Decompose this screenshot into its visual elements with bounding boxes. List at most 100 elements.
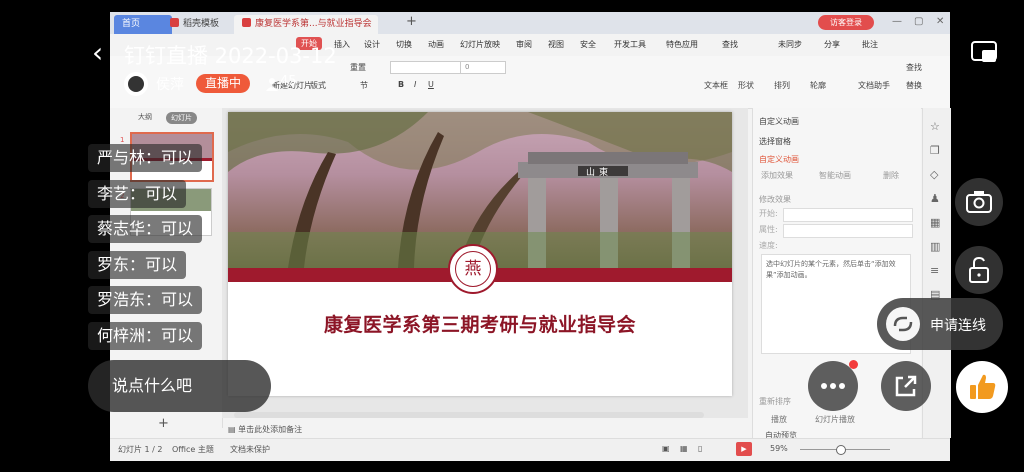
view-normal-icon[interactable]: ▣ <box>662 444 670 453</box>
add-slide-icon[interactable]: + <box>158 416 169 431</box>
add-effect-button[interactable]: 添加效果 <box>761 170 793 181</box>
section-button[interactable]: 节 <box>360 80 368 91</box>
tab-slides[interactable]: 幻灯片 <box>166 112 197 124</box>
screen-switch-icon[interactable] <box>970 40 1000 66</box>
view-reading-icon[interactable]: ▯ <box>698 444 702 453</box>
zoom-slider-knob[interactable] <box>836 445 846 455</box>
tab-slideshow[interactable]: 幻灯片放映 <box>460 39 500 50</box>
property-label: 属性: <box>759 225 778 234</box>
replace-button[interactable]: 替换 <box>906 80 922 91</box>
window-tabbar: 首页 稻壳模板 康复医学系第...与就业指导会 + 访客登录 — ▢ ✕ <box>110 12 950 34</box>
settings-icon[interactable]: ≡ <box>930 264 939 277</box>
comment-item: 蔡志华：可以 <box>88 215 203 243</box>
copy-icon[interactable]: ❐ <box>930 144 940 157</box>
play-button[interactable]: 播放 <box>771 414 787 425</box>
tab-animation[interactable]: 动画 <box>428 39 444 50</box>
slideshow-play-button[interactable]: 幻灯片播放 <box>815 414 855 425</box>
camera-button[interactable] <box>955 178 1003 226</box>
custom-anim-subtitle: 自定义动画 <box>759 155 799 164</box>
modify-effect-label: 修改效果 <box>759 195 791 204</box>
tab-security[interactable]: 安全 <box>580 39 596 50</box>
bold-icon[interactable]: B <box>398 80 404 89</box>
university-seal: 燕 <box>448 244 498 294</box>
tab-document-label: 康复医学系第...与就业指导会 <box>255 19 372 29</box>
horizontal-scrollbar[interactable] <box>234 412 704 418</box>
shape-button[interactable]: 形状 <box>738 80 754 91</box>
speed-label: 速度: <box>759 241 778 250</box>
back-arrow-icon[interactable]: ‹ <box>92 36 103 69</box>
view-sorter-icon[interactable]: ▦ <box>680 444 688 453</box>
font-size-select[interactable]: 0 <box>460 61 506 74</box>
ppt-icon <box>242 18 251 27</box>
live-title: 钉钉直播 2022-03-12 <box>124 44 337 68</box>
underline-icon[interactable]: U <box>428 80 434 89</box>
link-icon <box>886 307 920 341</box>
tab-find[interactable]: 查找 <box>722 39 738 50</box>
tab-view[interactable]: 视图 <box>548 39 564 50</box>
property-select[interactable] <box>783 224 913 238</box>
share-button[interactable]: 分享 <box>824 39 840 50</box>
live-status-badge: 直播中 <box>196 74 250 93</box>
notes-icon: ▤ <box>228 425 239 434</box>
stamp-icon[interactable]: ♟ <box>930 192 940 205</box>
smart-anim-button[interactable]: 智能动画 <box>819 170 851 181</box>
tab-template[interactable]: 稻壳模板 <box>162 15 238 34</box>
arrange-button[interactable]: 排列 <box>774 80 790 91</box>
gate-plaque-text: 山東 <box>586 168 613 178</box>
maximize-icon[interactable]: ▢ <box>914 16 923 27</box>
start-label: 开始: <box>759 209 778 218</box>
outline-button[interactable]: 轮廓 <box>810 80 826 91</box>
slide[interactable]: 山東 燕 康复医学系第三期考研与就业指导会 <box>228 112 732 396</box>
shape-icon[interactable]: ◇ <box>930 168 938 181</box>
comment-item: 何梓洲：可以 <box>88 322 203 350</box>
minimize-icon[interactable]: — <box>892 16 902 27</box>
layout-button[interactable]: 版式 <box>310 80 326 91</box>
comment-button[interactable]: 批注 <box>862 39 878 50</box>
notification-dot <box>849 360 858 369</box>
connect-request-label: 申请连线 <box>930 318 986 334</box>
tab-review[interactable]: 审阅 <box>516 39 532 50</box>
sync-status[interactable]: 未同步 <box>778 39 802 50</box>
delete-button[interactable]: 删除 <box>883 170 899 181</box>
star-icon[interactable]: ☆ <box>930 120 940 133</box>
tab-document[interactable]: 康复医学系第...与就业指导会 <box>234 15 378 34</box>
slide-canvas: 山東 燕 康复医学系第三期考研与就业指导会 <box>222 108 748 418</box>
select-pane-button[interactable]: 选择窗格 <box>759 136 791 147</box>
like-button[interactable] <box>956 361 1008 413</box>
italic-icon[interactable]: I <box>414 80 416 89</box>
chart-icon[interactable]: ▥ <box>930 240 940 253</box>
find-button[interactable]: 查找 <box>906 62 922 73</box>
close-icon[interactable]: ✕ <box>936 16 944 27</box>
notes-area[interactable]: ▤ 单击此处添加备注 <box>222 422 748 438</box>
camera-icon <box>966 191 992 213</box>
tab-template-label: 稻壳模板 <box>183 19 220 29</box>
comment-input[interactable]: 说点什么吧 <box>88 360 271 412</box>
tab-outline[interactable]: 大纲 <box>138 112 152 122</box>
panda-avatar-icon <box>128 76 144 92</box>
slide-title[interactable]: 康复医学系第三期考研与就业指导会 <box>228 310 732 337</box>
tab-devtools[interactable]: 开发工具 <box>614 39 646 50</box>
doc-helper-button[interactable]: 文档助手 <box>858 80 890 91</box>
reorder-label: 重新排序 <box>759 397 791 406</box>
zoom-level[interactable]: 59% <box>770 444 788 453</box>
comment-item: 严与林：可以 <box>88 144 203 172</box>
screen: 首页 稻壳模板 康复医学系第...与就业指导会 + 访客登录 — ▢ ✕ 开始 … <box>0 0 1024 472</box>
unlock-icon <box>969 256 989 283</box>
notes-placeholder: 单击此处添加备注 <box>238 425 303 434</box>
tab-transition[interactable]: 切换 <box>396 39 412 50</box>
slideshow-icon[interactable]: ▶ <box>736 442 752 456</box>
share-live-button[interactable] <box>881 361 931 411</box>
lock-button[interactable] <box>955 246 1003 294</box>
comment-item: 李艺：可以 <box>88 180 187 208</box>
new-tab-icon[interactable]: + <box>406 14 417 29</box>
textbox-button[interactable]: 文本框 <box>704 80 728 91</box>
protect-status[interactable]: 文档未保护 <box>230 444 270 455</box>
reset-button[interactable]: 重置 <box>350 62 366 73</box>
template-icon <box>170 18 179 27</box>
tab-design[interactable]: 设计 <box>364 39 380 50</box>
login-button[interactable]: 访客登录 <box>818 15 874 30</box>
host-avatar[interactable] <box>124 72 148 96</box>
grid-icon[interactable]: ▦ <box>930 216 940 229</box>
tab-features[interactable]: 特色应用 <box>666 39 698 50</box>
start-select[interactable] <box>783 208 913 222</box>
